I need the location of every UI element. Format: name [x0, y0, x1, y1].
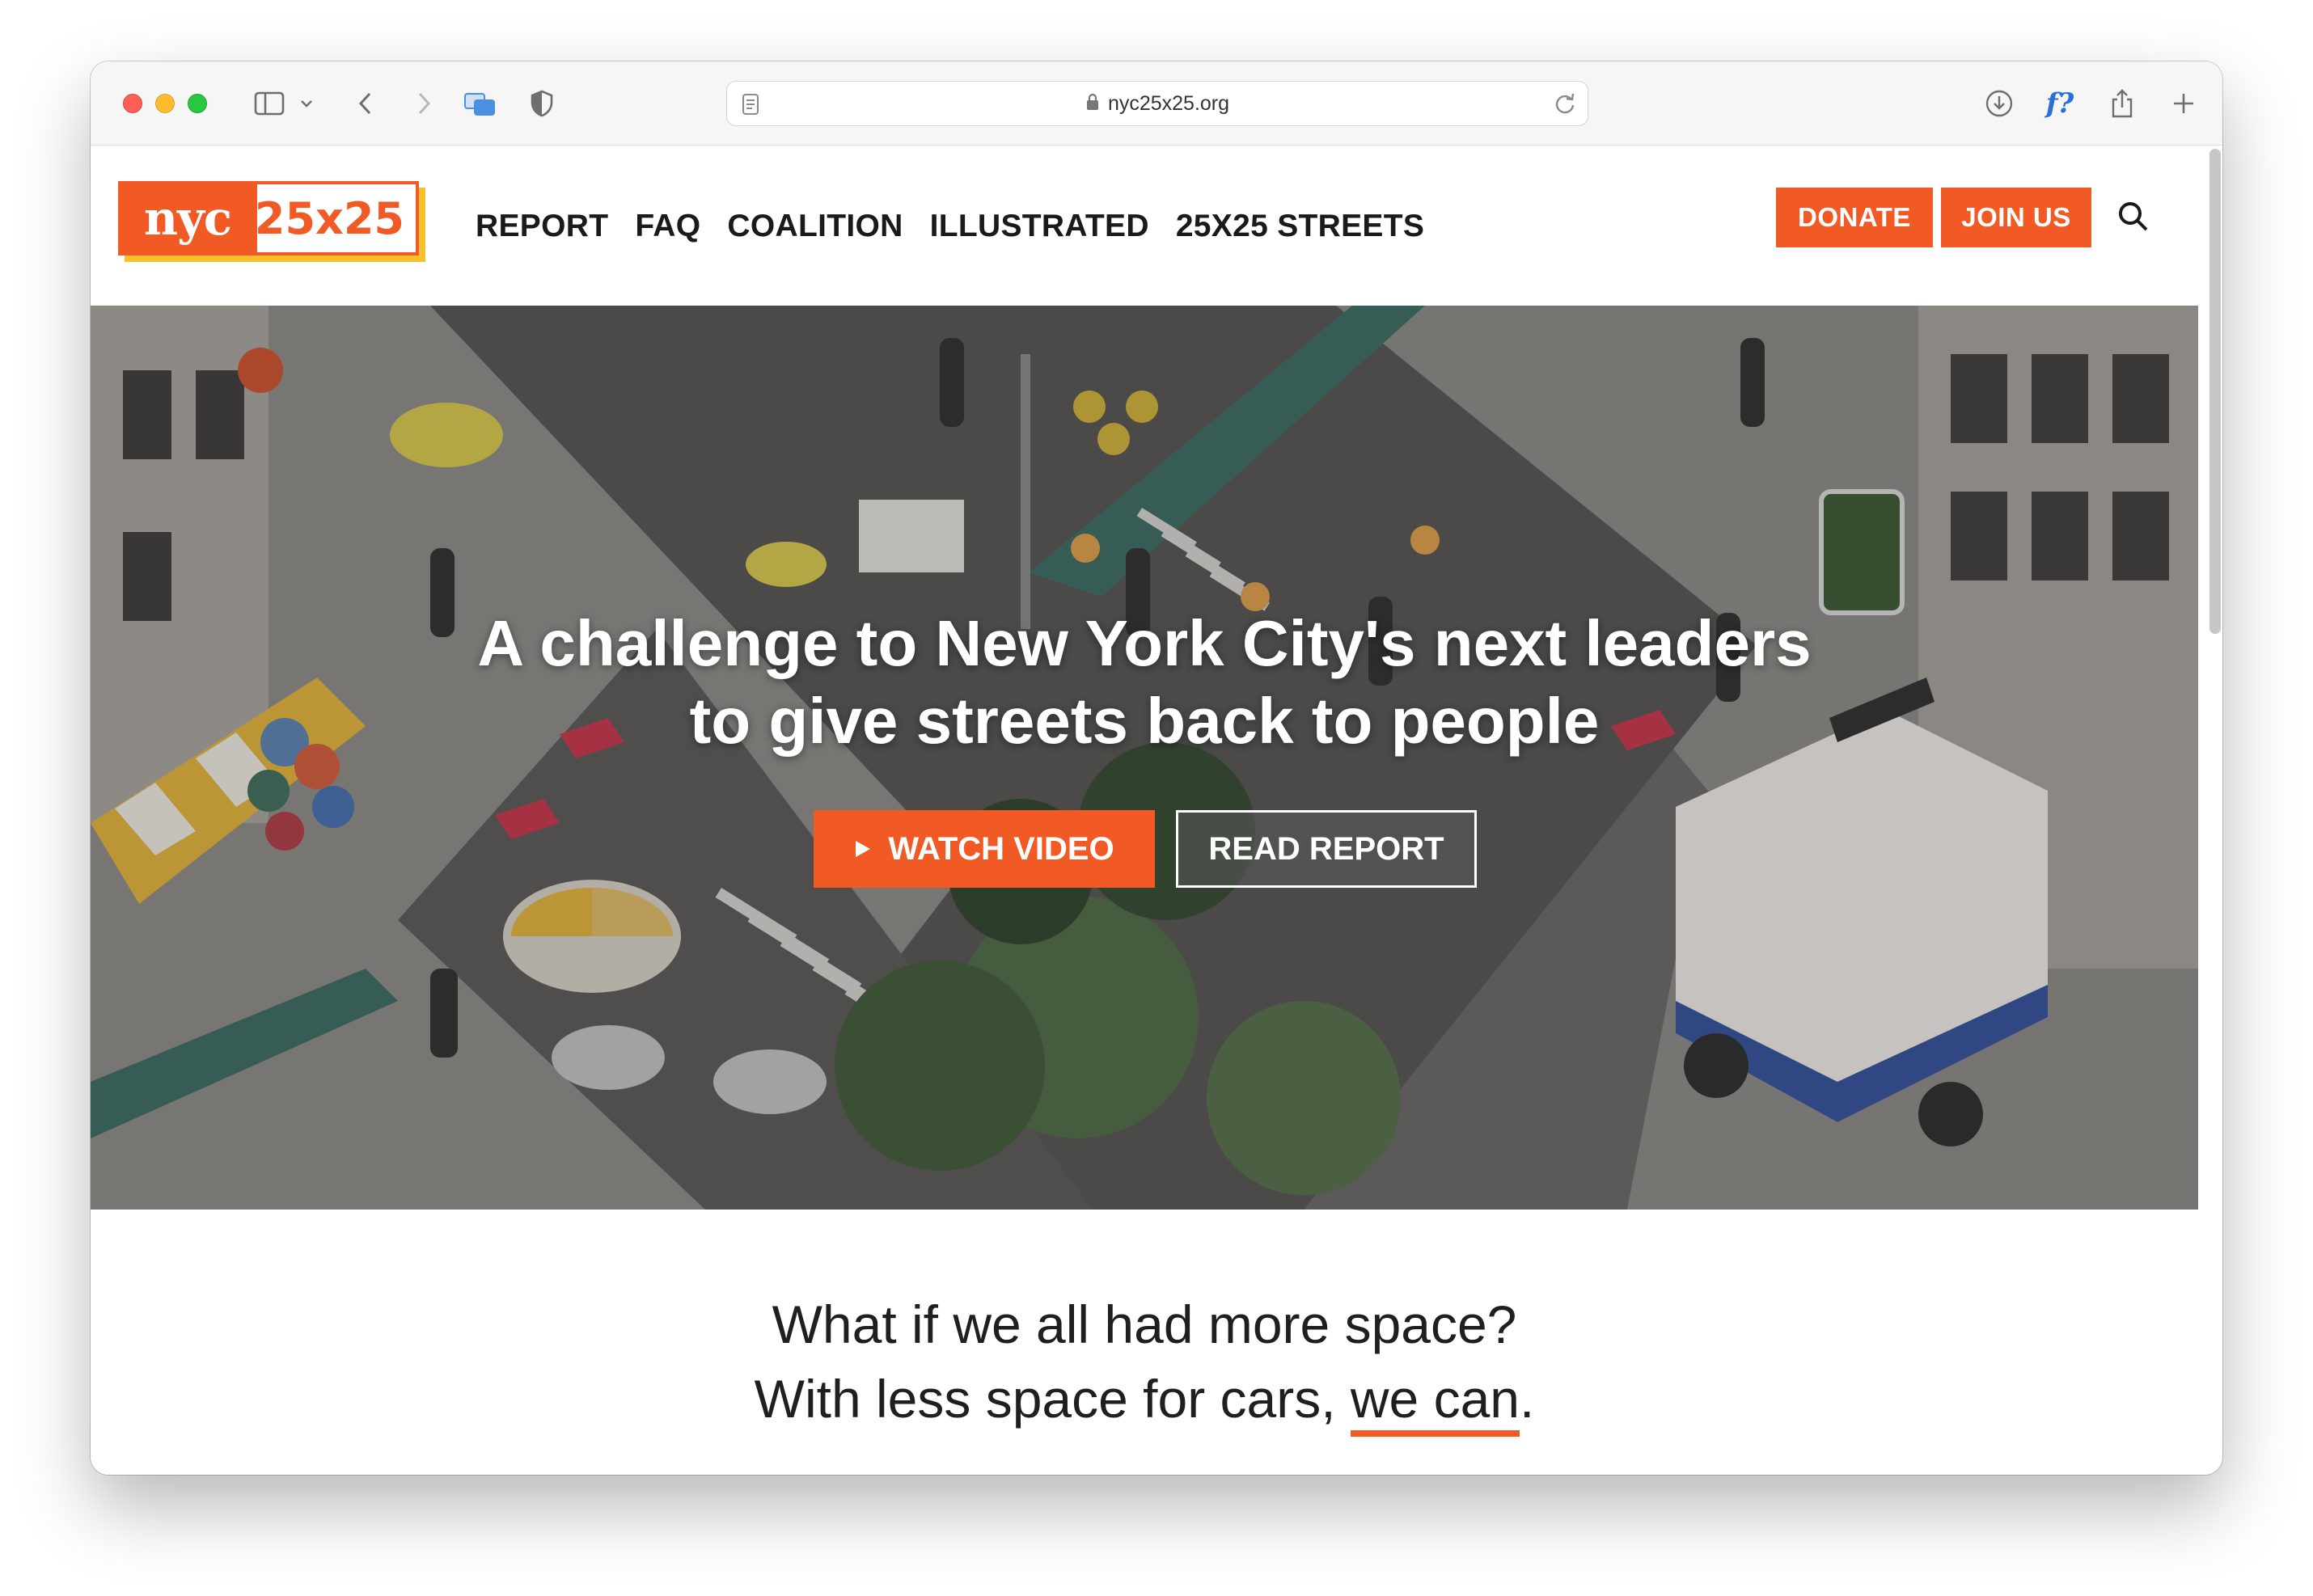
- zoom-window-button[interactable]: [188, 94, 207, 113]
- hero-title-line-2: to give streets back to people: [689, 685, 1600, 757]
- donate-button[interactable]: DONATE: [1776, 188, 1933, 247]
- browser-toolbar: nyc25x25.org f?: [91, 61, 2222, 146]
- watch-video-button[interactable]: WATCH VIDEO: [814, 810, 1155, 888]
- back-icon[interactable]: [349, 84, 382, 123]
- nav-item-faq[interactable]: FAQ: [635, 209, 700, 244]
- logo-nyc: nyc: [118, 181, 281, 255]
- sidebar-toggle-icon[interactable]: [249, 84, 290, 123]
- new-tab-icon[interactable]: [2166, 84, 2201, 123]
- nav-item-coalition[interactable]: COALITION: [727, 209, 903, 244]
- browser-window: nyc25x25.org f? nyc 25x25 REPORT FAQ COA…: [91, 61, 2222, 1475]
- tagline-section: What if we all had more space? With less…: [91, 1287, 2198, 1437]
- privacy-shield-icon[interactable]: [524, 84, 560, 123]
- tagline-line-2-prefix: With less space for cars,: [754, 1369, 1351, 1429]
- hero-title: A challenge to New York City's next lead…: [91, 605, 2198, 760]
- tagline-line-2: With less space for cars, we can.: [91, 1362, 2198, 1437]
- close-window-button[interactable]: [123, 94, 142, 113]
- site-logo[interactable]: nyc 25x25: [118, 181, 425, 262]
- lock-icon: [1085, 92, 1100, 116]
- search-icon[interactable]: [2112, 196, 2154, 238]
- join-us-button[interactable]: JOIN US: [1941, 188, 2091, 247]
- page-reader-icon[interactable]: [742, 93, 759, 120]
- hero-title-line-1: A challenge to New York City's next lead…: [477, 607, 1812, 679]
- nav-item-25x25-streets[interactable]: 25X25 STREETS: [1176, 209, 1424, 244]
- downloads-icon[interactable]: [1980, 84, 2019, 123]
- main-nav: REPORT FAQ COALITION ILLUSTRATED 25X25 S…: [476, 194, 1424, 259]
- forward-icon[interactable]: [408, 84, 440, 123]
- tagline-line-1: What if we all had more space?: [772, 1294, 1517, 1354]
- url-text: nyc25x25.org: [1107, 91, 1230, 115]
- page-viewport: nyc 25x25 REPORT FAQ COALITION ILLUSTRAT…: [91, 146, 2222, 1475]
- scrollbar[interactable]: [2209, 149, 2221, 634]
- hero-section: A challenge to New York City's next lead…: [91, 306, 2198, 1210]
- tagline-emphasis: we can: [1350, 1369, 1520, 1437]
- site-header: nyc 25x25 REPORT FAQ COALITION ILLUSTRAT…: [91, 146, 2198, 306]
- tagline-line-2-suffix: .: [1520, 1369, 1535, 1429]
- minimize-window-button[interactable]: [155, 94, 175, 113]
- nav-item-report[interactable]: REPORT: [476, 209, 608, 244]
- watch-video-label: WATCH VIDEO: [888, 830, 1114, 867]
- logo-25x25: 25x25: [255, 181, 419, 255]
- play-icon: [856, 841, 871, 857]
- chevron-down-icon[interactable]: [294, 84, 319, 123]
- share-icon[interactable]: [2104, 84, 2140, 123]
- font-identifier-extension-icon[interactable]: f?: [2040, 84, 2080, 123]
- read-report-button[interactable]: READ REPORT: [1176, 810, 1477, 888]
- tab-overview-icon[interactable]: [459, 84, 500, 123]
- address-bar[interactable]: nyc25x25.org: [726, 81, 1588, 126]
- reload-icon[interactable]: [1554, 91, 1576, 120]
- nav-item-illustrated[interactable]: ILLUSTRATED: [930, 209, 1149, 244]
